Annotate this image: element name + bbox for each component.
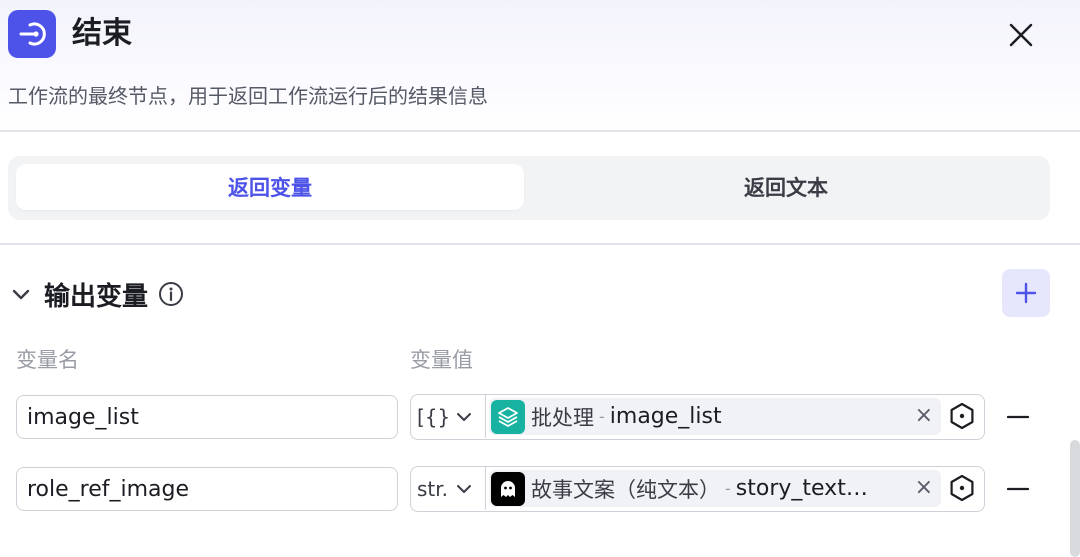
chevron-down-icon xyxy=(455,408,473,426)
clear-reference-button[interactable]: × xyxy=(915,475,933,500)
chevron-down-icon xyxy=(455,480,473,498)
source-node-name: 故事文案（纯文本） xyxy=(531,477,720,502)
exit-node-icon xyxy=(8,10,56,58)
panel-header: 结束 工作流的最终节点，用于返回工作流运行后的结果信息 xyxy=(0,0,1080,132)
separator: - xyxy=(599,407,605,426)
panel-description: 工作流的最终节点，用于返回工作流运行后的结果信息 xyxy=(8,84,488,108)
scrollbar[interactable] xyxy=(1070,440,1080,557)
source-variable-name: image_list xyxy=(609,404,722,429)
plus-icon xyxy=(1015,282,1037,304)
variable-reference-tag[interactable]: 故事文案（纯文本） - story_text… × xyxy=(489,470,941,507)
close-button[interactable] xyxy=(1000,14,1042,56)
clear-reference-button[interactable]: × xyxy=(915,403,933,428)
info-icon[interactable] xyxy=(158,281,184,307)
variable-picker-icon[interactable] xyxy=(947,401,977,431)
type-select[interactable]: str. xyxy=(411,467,486,510)
variable-name-input[interactable]: role_ref_image xyxy=(16,467,398,511)
remove-variable-button[interactable] xyxy=(1002,401,1034,433)
source-variable-name: story_text… xyxy=(735,476,868,501)
separator: - xyxy=(725,479,731,498)
column-label-name: 变量名 xyxy=(16,348,79,372)
panel-title: 结束 xyxy=(72,16,132,51)
variable-name-input[interactable]: image_list xyxy=(16,395,398,439)
variable-value-field[interactable]: [{}] 批处理 - image_list × xyxy=(410,394,985,440)
minus-icon xyxy=(1007,415,1029,419)
batch-icon xyxy=(491,399,525,434)
divider xyxy=(0,243,1080,245)
type-label: str. xyxy=(417,476,449,501)
column-label-value: 变量值 xyxy=(410,348,473,372)
tab-return-variables[interactable]: 返回变量 xyxy=(16,164,524,210)
section-title: 输出变量 xyxy=(44,281,149,312)
type-label: [{}] xyxy=(417,404,451,429)
type-select[interactable]: [{}] xyxy=(411,395,486,438)
variable-value-field[interactable]: str. 故事文案（纯文本） - story_text… × xyxy=(410,466,985,512)
minus-icon xyxy=(1007,487,1029,491)
variable-reference-tag[interactable]: 批处理 - image_list × xyxy=(489,398,941,435)
tab-return-text[interactable]: 返回文本 xyxy=(532,164,1040,210)
chevron-down-icon[interactable] xyxy=(10,283,32,305)
variable-picker-icon[interactable] xyxy=(947,473,977,503)
output-section-header[interactable]: 输出变量 xyxy=(10,272,184,316)
close-icon xyxy=(1009,23,1033,47)
tab-bar: 返回变量 返回文本 xyxy=(8,156,1050,220)
remove-variable-button[interactable] xyxy=(1002,473,1034,505)
add-variable-button[interactable] xyxy=(1002,269,1050,317)
source-node-name: 批处理 xyxy=(531,405,594,430)
ghost-avatar-icon xyxy=(491,471,525,506)
